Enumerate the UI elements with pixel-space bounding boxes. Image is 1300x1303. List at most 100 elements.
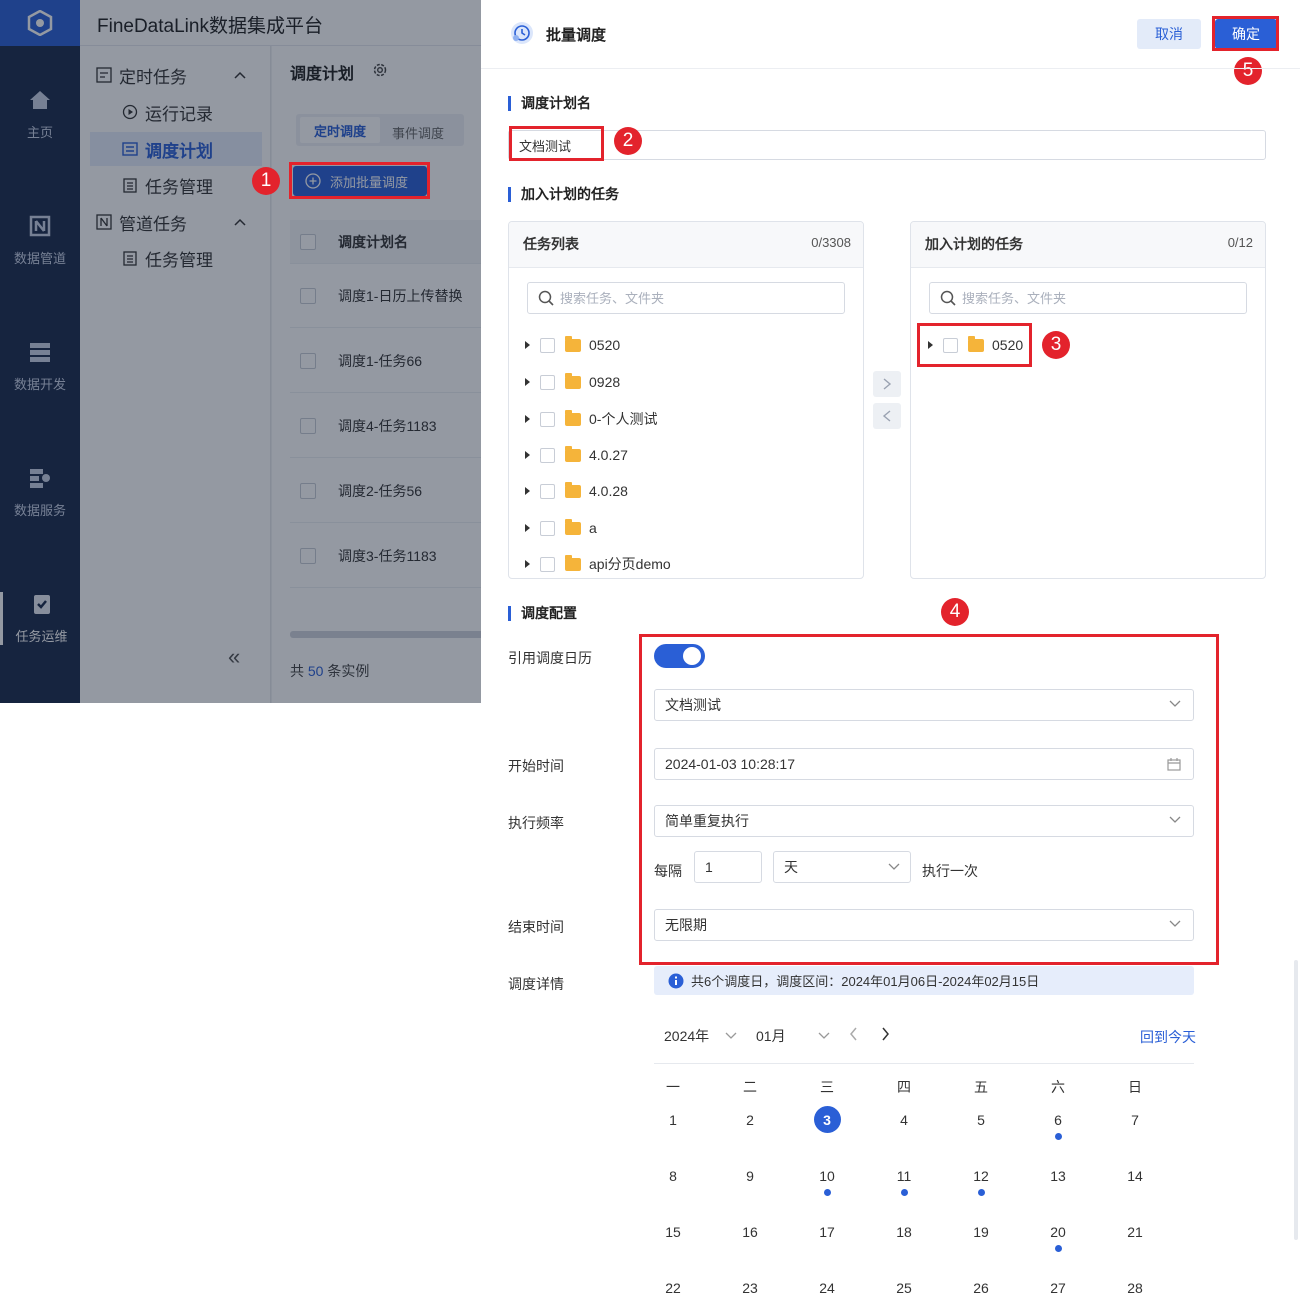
interval-unit-select[interactable]: 天 xyxy=(773,851,911,883)
calendar-day[interactable]: 22 xyxy=(653,1280,693,1296)
expand-icon[interactable] xyxy=(525,487,530,495)
tree-item[interactable]: api分页demo xyxy=(525,552,671,576)
next-month-button[interactable] xyxy=(881,1027,890,1041)
folder-icon xyxy=(565,481,581,498)
tree-item-label: 4.0.28 xyxy=(589,483,628,499)
tree-item[interactable]: a xyxy=(525,516,597,540)
calendar-day[interactable]: 20 xyxy=(1038,1224,1078,1240)
step-badge-1: 1 xyxy=(252,167,280,195)
tree-item[interactable]: 4.0.27 xyxy=(525,443,628,467)
year-value: 2024年 xyxy=(664,1028,710,1044)
calendar-day[interactable]: 27 xyxy=(1038,1280,1078,1296)
tree-item[interactable]: 0-个人测试 xyxy=(525,407,657,431)
selected-tasks-title: 加入计划的任务 xyxy=(925,236,1023,252)
calendar-day-today[interactable]: 3 xyxy=(807,1112,847,1128)
calendar-day[interactable]: 10 xyxy=(807,1168,847,1184)
calendar-day[interactable]: 14 xyxy=(1115,1168,1155,1184)
batch-schedule-drawer: 批量调度 取消 确定 5 调度计划名 文档测试 2 加入计划的任务 任务列表 0… xyxy=(481,0,1300,1303)
year-select[interactable]: 2024年 xyxy=(664,1026,737,1046)
detail-info-text: 共6个调度日，调度区间：2024年01月06日-2024年02月15日 xyxy=(691,974,1040,989)
calendar-select-value: 文档测试 xyxy=(665,697,721,713)
step-badge-3: 3 xyxy=(1042,331,1070,359)
selected-search-box[interactable] xyxy=(929,282,1247,314)
folder-icon xyxy=(565,554,581,571)
tree-checkbox[interactable] xyxy=(540,337,555,353)
tree-item-label: 0520 xyxy=(589,337,621,353)
scheduled-day-dot xyxy=(824,1189,831,1196)
prev-month-button[interactable] xyxy=(849,1027,858,1041)
highlight-box-1 xyxy=(289,162,430,199)
frequency-select[interactable]: 简单重复执行 xyxy=(654,805,1194,837)
tree-checkbox[interactable] xyxy=(540,556,555,572)
header-divider xyxy=(481,68,1300,69)
tree-item[interactable]: 0520 xyxy=(525,333,620,357)
selected-search-input[interactable] xyxy=(962,290,1202,306)
calendar-day[interactable]: 16 xyxy=(730,1224,770,1240)
cancel-button[interactable]: 取消 xyxy=(1137,19,1201,49)
expand-icon[interactable] xyxy=(525,524,530,532)
calendar-day[interactable]: 24 xyxy=(807,1280,847,1296)
tree-item[interactable]: 0928 xyxy=(525,370,620,394)
calendar-day[interactable]: 19 xyxy=(961,1224,1001,1240)
calendar-day[interactable]: 4 xyxy=(884,1112,924,1128)
chevron-right-icon xyxy=(883,378,892,390)
tree-checkbox[interactable] xyxy=(540,374,555,390)
calendar-day[interactable]: 1 xyxy=(653,1112,693,1128)
calendar-day[interactable]: 9 xyxy=(730,1168,770,1184)
modal-overlay[interactable] xyxy=(0,0,481,703)
detail-label: 调度详情 xyxy=(508,976,564,992)
calendar-day[interactable]: 12 xyxy=(961,1168,1001,1184)
move-left-button[interactable] xyxy=(873,403,901,429)
tree-checkbox[interactable] xyxy=(540,520,555,536)
calendar-day[interactable]: 13 xyxy=(1038,1168,1078,1184)
highlight-box-2 xyxy=(509,126,604,161)
chevron-down-icon xyxy=(1169,816,1181,823)
task-search-input[interactable] xyxy=(560,290,800,306)
step-badge-2: 2 xyxy=(614,127,642,155)
calendar-day[interactable]: 6 xyxy=(1038,1112,1078,1128)
expand-icon[interactable] xyxy=(525,341,530,349)
calendar-day[interactable]: 7 xyxy=(1115,1112,1155,1128)
tree-checkbox[interactable] xyxy=(540,447,555,463)
schedule-icon xyxy=(511,22,533,44)
calendar-day[interactable]: 26 xyxy=(961,1280,1001,1296)
expand-icon[interactable] xyxy=(525,378,530,386)
month-select[interactable]: 01月 xyxy=(756,1026,830,1046)
calendar-day[interactable]: 5 xyxy=(961,1112,1001,1128)
folder-icon xyxy=(565,518,581,535)
start-time-picker[interactable]: 2024-01-03 10:28:17 xyxy=(654,748,1194,780)
vertical-scrollbar[interactable] xyxy=(1294,960,1298,1240)
selected-tasks-count: 0/12 xyxy=(1227,235,1253,250)
drawer-title: 批量调度 xyxy=(546,27,607,44)
task-search-box[interactable] xyxy=(527,282,845,314)
interval-input[interactable]: 1 xyxy=(694,851,762,883)
tree-item-label: a xyxy=(589,520,597,536)
calendar-day[interactable]: 25 xyxy=(884,1280,924,1296)
chevron-down-icon xyxy=(1169,700,1181,707)
end-time-select[interactable]: 无限期 xyxy=(654,909,1194,941)
step-badge-4: 4 xyxy=(941,598,969,626)
calendar-day[interactable]: 23 xyxy=(730,1280,770,1296)
tree-checkbox[interactable] xyxy=(540,411,555,427)
expand-icon[interactable] xyxy=(525,451,530,459)
tree-item[interactable]: 4.0.28 xyxy=(525,479,628,503)
use-calendar-label: 引用调度日历 xyxy=(508,650,592,666)
calendar-day[interactable]: 2 xyxy=(730,1112,770,1128)
task-list-count: 0/3308 xyxy=(811,235,851,250)
tree-checkbox[interactable] xyxy=(540,483,555,499)
use-calendar-toggle[interactable] xyxy=(654,644,705,668)
calendar-day[interactable]: 17 xyxy=(807,1224,847,1240)
move-right-button[interactable] xyxy=(873,371,901,397)
expand-icon[interactable] xyxy=(525,560,530,568)
calendar-select[interactable]: 文档测试 xyxy=(654,689,1194,721)
calendar-day[interactable]: 18 xyxy=(884,1224,924,1240)
calendar-day[interactable]: 28 xyxy=(1115,1280,1155,1296)
calendar-day[interactable]: 8 xyxy=(653,1168,693,1184)
back-to-today-link[interactable]: 回到今天 xyxy=(1140,1027,1196,1047)
tree-item-label: 0-个人测试 xyxy=(589,411,658,427)
calendar-day[interactable]: 11 xyxy=(884,1168,924,1184)
calendar-day[interactable]: 15 xyxy=(653,1224,693,1240)
expand-icon[interactable] xyxy=(525,415,530,423)
scheduled-day-dot xyxy=(901,1189,908,1196)
calendar-day[interactable]: 21 xyxy=(1115,1224,1155,1240)
